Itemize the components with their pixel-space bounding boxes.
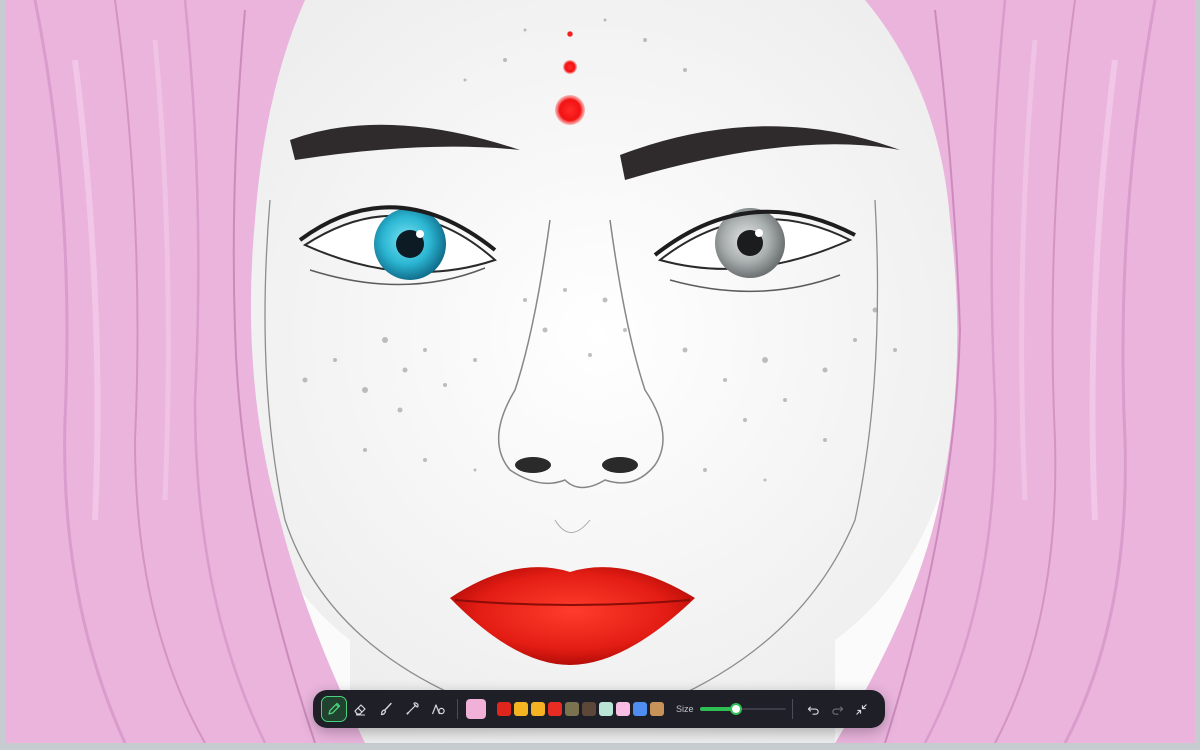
color-swatch-6[interactable] (582, 702, 596, 716)
eyedropper-tool-button[interactable] (399, 696, 425, 722)
eraser-icon (354, 704, 366, 716)
eyedropper-icon (406, 702, 419, 715)
tool-group (321, 696, 451, 722)
brush-icon (380, 702, 392, 716)
color-swatch-5[interactable] (565, 702, 579, 716)
size-slider[interactable] (699, 699, 786, 719)
color-swatch-1[interactable] (497, 702, 511, 716)
toolbar-divider (457, 699, 458, 719)
color-swatch-8[interactable] (616, 702, 630, 716)
undo-icon (807, 705, 819, 715)
current-color-swatch[interactable] (466, 699, 486, 719)
eraser-tool-button[interactable] (347, 696, 373, 722)
drawing-app: Size (0, 0, 1200, 750)
brush-tool-button[interactable] (373, 696, 399, 722)
color-swatch-9[interactable] (633, 702, 647, 716)
redo-icon (832, 705, 844, 715)
color-swatch-2[interactable] (514, 702, 528, 716)
color-swatch-10[interactable] (650, 702, 664, 716)
color-swatch-7[interactable] (599, 702, 613, 716)
size-slider-thumb[interactable] (729, 703, 742, 715)
pencil-icon (328, 702, 341, 715)
shapes-tool-button[interactable] (425, 696, 451, 722)
color-swatch-4[interactable] (548, 702, 562, 716)
redo-button[interactable] (827, 698, 849, 720)
undo-button[interactable] (803, 698, 825, 720)
collapse-button[interactable] (851, 698, 873, 720)
drawing-toolbar: Size (313, 690, 885, 728)
size-label: Size (676, 704, 694, 714)
drawing-canvas[interactable] (5, 0, 1195, 743)
portrait-artwork (5, 0, 1195, 743)
collapse-icon (856, 703, 867, 715)
shapes-icon (431, 704, 445, 715)
palette-swatches (497, 702, 664, 716)
color-swatch-3[interactable] (531, 702, 545, 716)
toolbar-divider-actions (791, 699, 793, 719)
color-palette (466, 699, 664, 719)
pencil-tool-button[interactable] (321, 696, 347, 722)
